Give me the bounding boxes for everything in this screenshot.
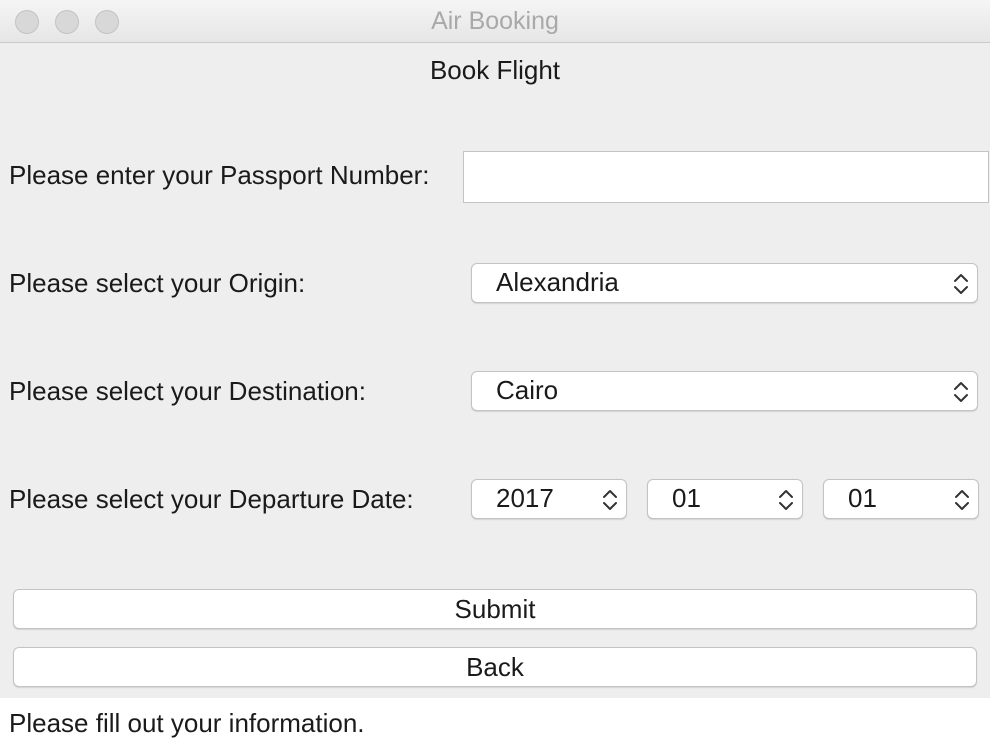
- page-heading: Book Flight: [429, 55, 561, 85]
- origin-label: Please select your Origin:: [9, 268, 306, 298]
- chevron-up-down-icon: [954, 274, 968, 294]
- departure-date-label: Please select your Departure Date:: [9, 484, 414, 514]
- departure-day-select[interactable]: 01: [823, 479, 979, 519]
- chevron-up-down-icon: [955, 490, 969, 510]
- origin-select[interactable]: Alexandria: [471, 263, 978, 303]
- chevron-up-down-icon: [779, 490, 793, 510]
- chevron-up-down-icon: [954, 382, 968, 402]
- chevron-up-down-icon: [603, 490, 617, 510]
- passport-label: Please enter your Passport Number:: [9, 160, 430, 190]
- departure-day-value: 01: [848, 483, 877, 513]
- destination-selected-value: Cairo: [496, 375, 559, 405]
- status-message: Please fill out your information.: [9, 708, 365, 738]
- departure-year-value: 2017: [496, 483, 554, 513]
- status-bar: Please fill out your information.: [0, 698, 990, 750]
- title-bar: Air Booking: [0, 0, 990, 43]
- window-title: Air Booking: [431, 7, 559, 35]
- destination-select[interactable]: Cairo: [471, 371, 978, 411]
- origin-selected-value: Alexandria: [496, 267, 619, 297]
- departure-year-select[interactable]: 2017: [471, 479, 627, 519]
- departure-month-value: 01: [672, 483, 701, 513]
- departure-month-select[interactable]: 01: [647, 479, 803, 519]
- destination-label: Please select your Destination:: [9, 376, 366, 406]
- passport-number-input[interactable]: [463, 151, 989, 203]
- air-booking-window: Air Booking Book Flight Please enter you…: [0, 0, 990, 750]
- submit-button[interactable]: Submit: [13, 589, 977, 629]
- back-button[interactable]: Back: [13, 647, 977, 687]
